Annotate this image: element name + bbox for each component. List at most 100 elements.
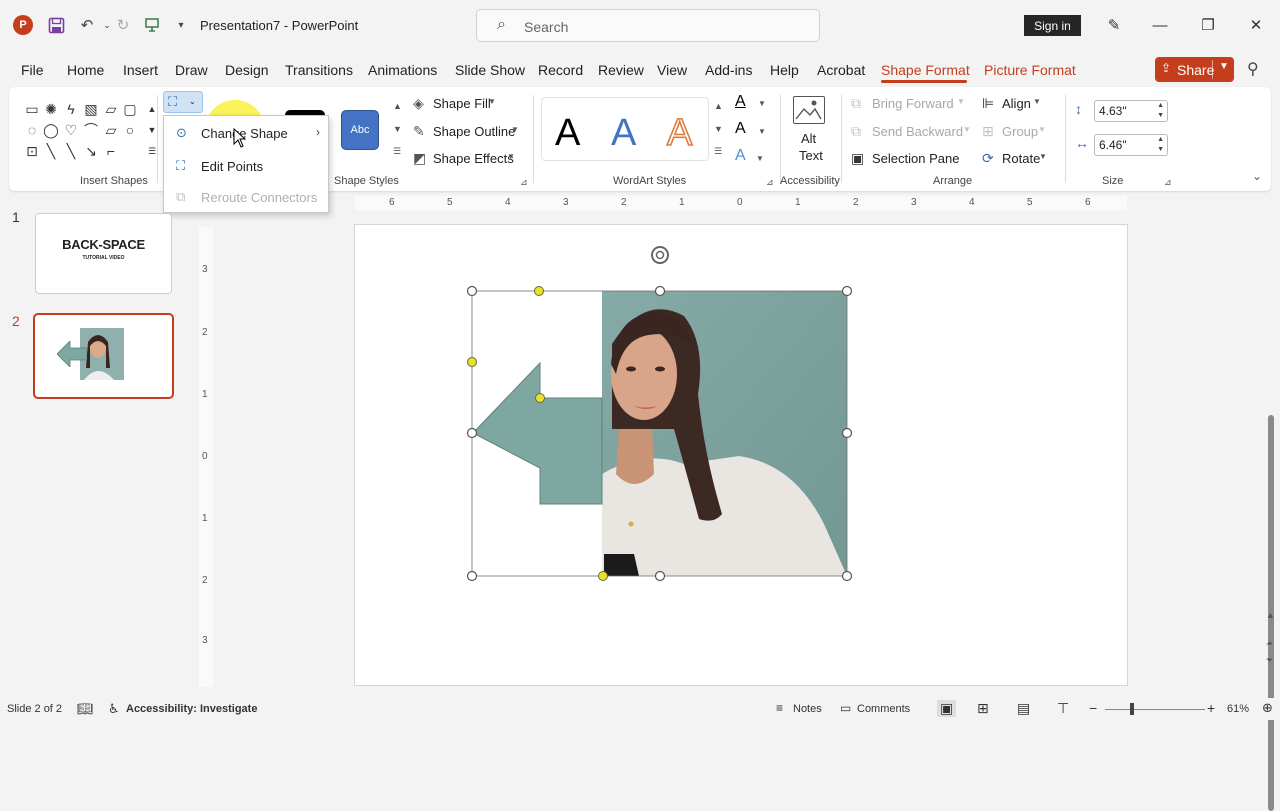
chevron-down-icon[interactable]: ▼ bbox=[758, 127, 766, 136]
bring-forward-button[interactable]: Bring Forward bbox=[872, 96, 954, 111]
edit-shape-button[interactable]: ⛶ ⌄ bbox=[163, 91, 203, 113]
rounded-rect-shape-icon[interactable]: ▢ bbox=[121, 100, 139, 118]
align-button[interactable]: Align bbox=[1002, 96, 1031, 111]
chevron-down-icon[interactable]: ▼ bbox=[756, 154, 764, 163]
chevron-down-icon[interactable]: ▼ bbox=[511, 125, 519, 134]
height-spinner-icon[interactable]: ▲ ▼ bbox=[1157, 101, 1164, 121]
tab-slide-show[interactable]: Slide Show bbox=[455, 62, 525, 78]
chevron-down-icon[interactable]: ▼ bbox=[758, 99, 766, 108]
redo-icon[interactable]: ↻ bbox=[112, 14, 134, 36]
normal-view-icon[interactable]: ▣ bbox=[937, 700, 957, 717]
tab-design[interactable]: Design bbox=[225, 62, 269, 78]
tab-add-ins[interactable]: Add-ins bbox=[705, 62, 752, 78]
wordart-style-black[interactable]: A bbox=[555, 112, 580, 155]
tab-record[interactable]: Record bbox=[538, 62, 583, 78]
oval-shape-icon[interactable]: ◯ bbox=[42, 121, 60, 139]
wordart-style-orange[interactable]: A bbox=[666, 111, 693, 155]
tab-picture-format[interactable]: Picture Format bbox=[984, 62, 1076, 78]
tab-transitions[interactable]: Transitions bbox=[285, 62, 353, 78]
close-icon[interactable]: ✕ bbox=[1244, 14, 1268, 36]
woman-photo[interactable] bbox=[602, 291, 847, 576]
wordart-scroll-down-icon[interactable]: ▼ bbox=[714, 124, 723, 134]
shapes-scroll-up-icon[interactable]: ▲ bbox=[143, 100, 161, 118]
tab-draw[interactable]: Draw bbox=[175, 62, 208, 78]
send-backward-button[interactable]: Send Backward bbox=[872, 124, 963, 139]
rotate-button[interactable]: Rotate bbox=[1002, 151, 1040, 166]
chevron-down-icon[interactable]: ▼ bbox=[1219, 61, 1229, 72]
style-swatch-blue[interactable]: Abc bbox=[341, 110, 379, 150]
tab-acrobat[interactable]: Acrobat bbox=[817, 62, 865, 78]
textbox-shape-icon[interactable]: ⊡ bbox=[23, 142, 41, 160]
scroll-up-icon[interactable]: ▲ bbox=[1266, 610, 1275, 620]
search-input[interactable]: ⌕ Search bbox=[476, 9, 820, 42]
slide-thumbnail-1[interactable]: BACK-SPACE TUTORIAL VIDEO bbox=[35, 213, 172, 294]
size-launcher-icon[interactable]: ⊿ bbox=[1164, 177, 1172, 188]
undo-icon[interactable]: ↶ bbox=[76, 14, 98, 36]
previous-slide-icon[interactable]: ⏶ bbox=[1266, 638, 1273, 649]
shapes-more-icon[interactable]: ☰ bbox=[143, 142, 161, 160]
sign-in-button[interactable]: Sign in bbox=[1024, 15, 1081, 36]
accessibility-icon[interactable]: ♿︎ bbox=[108, 701, 120, 717]
chevron-down-icon[interactable]: ▼ bbox=[1039, 152, 1047, 161]
tab-animations[interactable]: Animations bbox=[368, 62, 437, 78]
shape-width-field[interactable]: 6.46" ▲ ▼ bbox=[1094, 134, 1168, 156]
vertical-scrollbar[interactable]: ▲ ⏶ ⏷ bbox=[1263, 190, 1280, 811]
tab-shape-format[interactable]: Shape Format bbox=[881, 62, 970, 78]
line-diagonal-shape-icon[interactable]: ╲ bbox=[62, 142, 80, 160]
reading-view-icon[interactable]: ▤ bbox=[1017, 700, 1030, 717]
arc-shape-icon[interactable]: ⌒ bbox=[82, 121, 100, 139]
elbow-connector-shape-icon[interactable]: ⌐ bbox=[102, 142, 120, 160]
save-icon[interactable] bbox=[45, 14, 67, 36]
tab-help[interactable]: Help bbox=[770, 62, 799, 78]
notes-button[interactable]: Notes bbox=[793, 703, 822, 715]
group-button[interactable]: Group bbox=[1002, 124, 1038, 139]
shape-height-field[interactable]: 4.63" ▲ ▼ bbox=[1094, 100, 1168, 122]
slide-thumbnail-2[interactable] bbox=[33, 313, 174, 399]
tab-view[interactable]: View bbox=[657, 62, 687, 78]
book-icon[interactable]: 📖︎ bbox=[77, 701, 94, 717]
text-outline-icon[interactable]: A bbox=[735, 120, 746, 138]
line-shape-icon[interactable]: ╲ bbox=[42, 142, 60, 160]
comments-icon[interactable]: ▭ bbox=[840, 701, 851, 715]
text-effects-icon[interactable]: A bbox=[735, 147, 746, 165]
shape-effects-button[interactable]: Shape Effects bbox=[433, 151, 514, 166]
customize-toolbar-icon[interactable]: ▾ bbox=[170, 14, 192, 36]
tab-file[interactable]: File bbox=[21, 62, 44, 78]
chevron-down-icon[interactable]: ▼ bbox=[488, 97, 496, 106]
snip-rect-shape-icon[interactable]: ▱ bbox=[102, 100, 120, 118]
circle-shape-icon[interactable]: ○ bbox=[121, 121, 139, 139]
chevron-down-icon[interactable]: ▼ bbox=[1033, 97, 1041, 106]
comments-button[interactable]: Comments bbox=[857, 703, 910, 715]
person-feedback-icon[interactable]: ⚲ bbox=[1247, 59, 1259, 79]
notes-icon[interactable]: ≡ bbox=[776, 701, 783, 715]
slide-sorter-icon[interactable]: ⊞ bbox=[977, 700, 989, 717]
zoom-level[interactable]: 61% bbox=[1227, 703, 1249, 715]
shape-styles-launcher-icon[interactable]: ⊿ bbox=[520, 177, 528, 188]
rectangle-shape-icon[interactable]: ▭ bbox=[23, 100, 41, 118]
pattern-shape-icon[interactable]: ▧ bbox=[82, 100, 100, 118]
width-spinner-icon[interactable]: ▲ ▼ bbox=[1157, 135, 1164, 155]
alt-text-icon[interactable] bbox=[793, 96, 825, 124]
zoom-slider-thumb[interactable] bbox=[1130, 703, 1134, 715]
menu-item-edit-points[interactable]: ⛶ Edit Points bbox=[164, 152, 328, 180]
tab-review[interactable]: Review bbox=[598, 62, 644, 78]
zoom-slider[interactable] bbox=[1105, 709, 1205, 710]
tab-home[interactable]: Home bbox=[67, 62, 104, 78]
shapes-scroll-down-icon[interactable]: ▼ bbox=[143, 121, 161, 139]
present-icon[interactable] bbox=[141, 14, 163, 36]
shape-outline-button[interactable]: Shape Outline bbox=[433, 124, 515, 139]
selection-pane-button[interactable]: Selection Pane bbox=[872, 151, 959, 166]
zoom-out-icon[interactable]: − bbox=[1089, 700, 1097, 716]
minimize-icon[interactable]: — bbox=[1148, 14, 1172, 36]
collapse-ribbon-icon[interactable]: ⌄ bbox=[1252, 169, 1262, 183]
tab-insert[interactable]: Insert bbox=[123, 62, 158, 78]
shape-fill-button[interactable]: Shape Fill bbox=[433, 96, 491, 111]
sun-shape-icon[interactable]: ✺ bbox=[42, 100, 60, 118]
styles-scroll-down-icon[interactable]: ▼ bbox=[393, 124, 402, 134]
wordart-launcher-icon[interactable]: ⊿ bbox=[766, 177, 774, 188]
slideshow-view-icon[interactable]: ⊤ bbox=[1057, 700, 1069, 717]
accessibility-status[interactable]: Accessibility: Investigate bbox=[126, 703, 257, 715]
heart-shape-icon[interactable]: ♡ bbox=[62, 121, 80, 139]
pen-icon[interactable]: ✎ bbox=[1102, 14, 1126, 36]
fit-to-window-icon[interactable]: ⊕ bbox=[1262, 700, 1273, 716]
